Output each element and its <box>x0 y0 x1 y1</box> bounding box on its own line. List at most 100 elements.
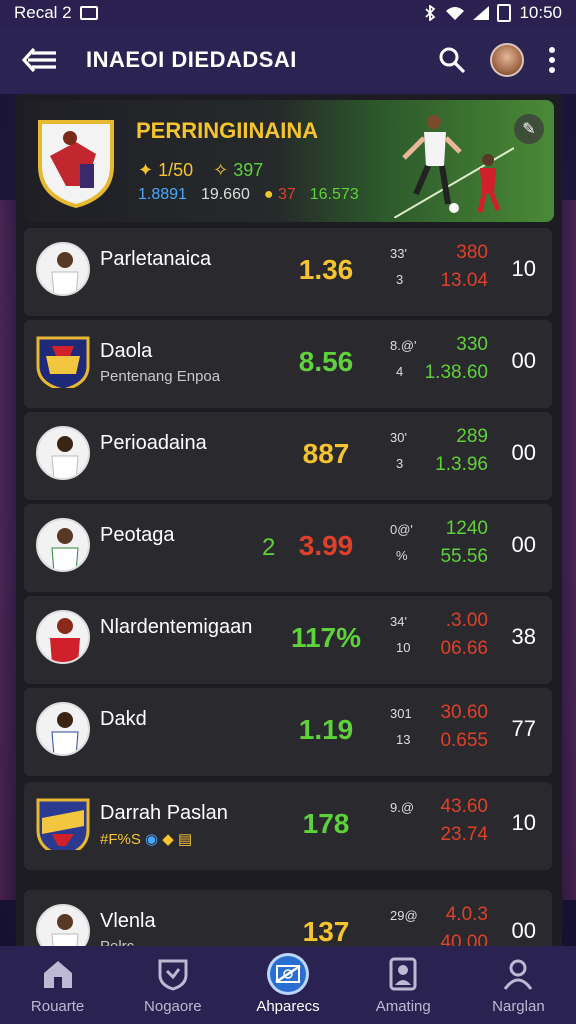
match-row[interactable]: Daola Pentenang Enpoa 8.56 8.@' 4 330 1.… <box>24 320 552 408</box>
main-odds: 178 <box>302 808 350 839</box>
tab-label: Narglan <box>492 998 545 1015</box>
match-count: 38 <box>511 624 536 649</box>
odds-b: 1.38.60 <box>424 362 488 383</box>
match-row[interactable]: Parletanaica 1.36 33' 3 380 13.04 10 <box>24 228 552 316</box>
tab-home[interactable]: Rouarte <box>0 946 115 1024</box>
minute-a: 301 <box>390 706 412 721</box>
globe-icon: ◉ <box>145 831 163 848</box>
tab-matches[interactable]: Ahparecs <box>230 946 345 1024</box>
odds-b: 13.04 <box>440 270 488 291</box>
team-subtitle: #F%S ◉ ◆ ▤ <box>100 830 192 848</box>
team-crest-icon <box>36 334 90 388</box>
featured-stats-row1: ✦ 1/50 ✧ 397 <box>138 160 263 181</box>
whistle-icon[interactable]: ✎ <box>514 114 544 144</box>
match-count: 10 <box>511 256 536 281</box>
minute-b: 10 <box>396 640 411 655</box>
tab-label: Nogaore <box>144 998 202 1015</box>
match-count: 77 <box>511 716 536 741</box>
minute-a: 33' <box>390 246 407 261</box>
match-list-panel: PERRINGIINAINA ✦ 1/50 ✧ 397 1.8891 19.66… <box>16 94 562 954</box>
tab-label: Ahparecs <box>256 998 320 1015</box>
main-odds: 3.99 <box>298 530 354 561</box>
tab-rating[interactable]: Amating <box>346 946 461 1024</box>
match-count: 00 <box>511 918 536 943</box>
team-name: Dakd <box>100 708 147 730</box>
match-count: 00 <box>511 440 536 465</box>
minute-a: 29@ <box>390 908 418 923</box>
main-odds: 137 <box>302 916 350 947</box>
minute-a: 34' <box>390 614 407 629</box>
odds-a: .3.00 <box>445 610 488 631</box>
status-bar: Recal 2 10:50 <box>0 0 576 26</box>
odds-b: 23.74 <box>440 824 488 845</box>
match-row[interactable]: Vlenla Pelrc 137 29@ 4.0.3 40.00 00 <box>24 890 552 954</box>
soccer-field-icon <box>270 956 306 992</box>
battery-icon <box>497 4 512 22</box>
team-subtitle: Pentenang Enpoa <box>100 368 221 385</box>
coin-icon: ◆ ▤ <box>162 831 193 848</box>
odds-a: 289 <box>456 426 488 447</box>
team-name: Darrah Paslan <box>100 802 228 824</box>
match-count: 00 <box>511 348 536 373</box>
app-bar: INAEOI DIEDADSAI <box>0 26 576 94</box>
minute-a: 0@' <box>390 522 413 537</box>
team-crest-icon <box>38 120 114 208</box>
team-name: Perioadaina <box>100 432 207 454</box>
odds-a: 330 <box>456 334 488 355</box>
odds-b: 55.56 <box>440 546 488 567</box>
team-name: Daola <box>100 340 153 362</box>
more-options-icon[interactable] <box>548 46 556 74</box>
featured-match-banner[interactable]: PERRINGIINAINA ✦ 1/50 ✧ 397 1.8891 19.66… <box>24 100 554 222</box>
players-illustration <box>394 115 514 218</box>
minute-b: % <box>396 548 408 563</box>
minute-b: 3 <box>396 456 404 471</box>
match-row[interactable]: Dakd 1.19 301 13 30.60 0.655 77 <box>24 688 552 776</box>
tab-label: Amating <box>375 998 431 1015</box>
player-card-icon <box>385 956 421 992</box>
profile-icon <box>500 956 536 992</box>
odds-a: 380 <box>456 242 488 263</box>
player-avatar <box>36 426 90 480</box>
medal-icon: ✧ <box>213 160 234 180</box>
match-count: 00 <box>511 532 536 557</box>
main-odds: 1.36 <box>298 254 354 285</box>
player-avatar <box>36 702 90 756</box>
player-avatar <box>36 242 90 296</box>
player-avatar <box>36 518 90 572</box>
match-row[interactable]: Perioadaina 887 30' 3 289 1.3.96 00 <box>24 412 552 500</box>
tab-shield[interactable]: Nogaore <box>115 946 230 1024</box>
carrier-label: Recal 2 <box>14 3 72 22</box>
team-name: Peotaga <box>100 524 175 546</box>
shield-icon <box>155 956 191 992</box>
odds-a: 43.60 <box>440 796 488 817</box>
minute-b: 13 <box>396 732 411 747</box>
minute-a: 9.@ <box>390 800 415 815</box>
featured-stat-b4: 16.573 <box>309 186 359 203</box>
user-avatar[interactable] <box>490 43 524 77</box>
page-title: INAEOI DIEDADSAI <box>86 47 297 72</box>
match-row[interactable]: Darrah Paslan #F%S ◉ ◆ ▤ 178 9.@ 43.60 2… <box>24 782 552 870</box>
main-odds: 8.56 <box>298 346 354 377</box>
odds-b: 1.3.96 <box>435 454 488 475</box>
main-odds: 117% <box>290 622 362 653</box>
main-odds: 887 <box>302 438 350 469</box>
trophy-icon: ✦ <box>138 160 159 180</box>
featured-stats-row2: 1.8891 19.660 ● 37 16.573 <box>138 186 359 204</box>
minute-a: 8.@' <box>390 338 417 353</box>
odds-b: 06.66 <box>440 638 488 659</box>
odds-a: 4.0.3 <box>445 904 488 925</box>
team-subtitle-text: #F%S <box>100 831 141 848</box>
tab-profile[interactable]: Narglan <box>461 946 576 1024</box>
notification-icon <box>79 6 98 20</box>
tab-label: Rouarte <box>30 998 85 1015</box>
bluetooth-icon <box>425 5 436 21</box>
odds-a: 30.60 <box>440 702 488 723</box>
player-avatar <box>36 610 90 664</box>
match-row[interactable]: Peotaga 2 3.99 0@' % 1240 55.56 00 <box>24 504 552 592</box>
featured-stat-b3: 37 <box>277 186 296 203</box>
odds-b: 0.655 <box>440 730 488 751</box>
match-row[interactable]: Nlardentemigaan 117% 34' 10 .3.00 06.66 … <box>24 596 552 684</box>
search-icon[interactable] <box>438 46 466 74</box>
signal-icon <box>473 6 490 20</box>
back-menu-icon[interactable] <box>20 45 60 75</box>
